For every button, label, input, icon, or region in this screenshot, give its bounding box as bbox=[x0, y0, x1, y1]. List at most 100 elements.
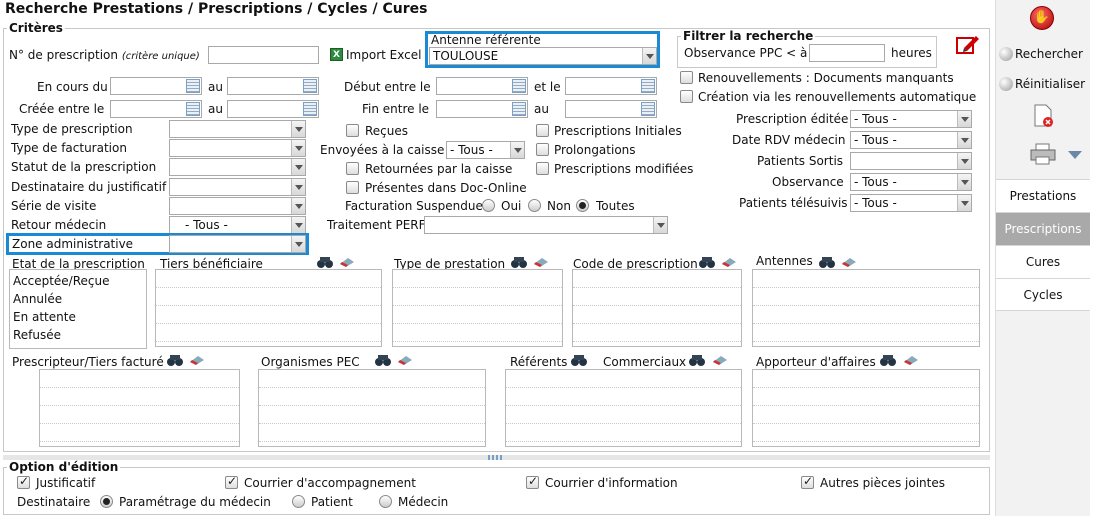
creee-entre-end[interactable] bbox=[227, 100, 319, 118]
list-item[interactable]: Annulée bbox=[13, 290, 143, 308]
tab-cures[interactable]: Cures bbox=[996, 245, 1090, 278]
observance-select[interactable]: - Tous - bbox=[850, 173, 972, 191]
list-item[interactable]: En attente bbox=[13, 308, 143, 326]
en-cours-du-end[interactable] bbox=[227, 77, 319, 95]
binoculars-icon[interactable] bbox=[570, 354, 588, 366]
binoculars-icon[interactable] bbox=[374, 354, 392, 366]
antennes-box[interactable] bbox=[752, 269, 980, 347]
chevron-down-icon[interactable] bbox=[1068, 151, 1082, 159]
eraser-icon[interactable] bbox=[188, 354, 206, 366]
prolongations-checkbox[interactable] bbox=[536, 143, 549, 156]
patient-radio[interactable] bbox=[292, 495, 305, 508]
retour-medecin-select[interactable]: - Tous - bbox=[169, 216, 306, 234]
date-rdv-select[interactable]: - Tous - bbox=[850, 131, 972, 149]
binoculars-icon[interactable] bbox=[698, 256, 716, 268]
debut-entre-start[interactable] bbox=[436, 77, 528, 95]
no-prescription-input[interactable] bbox=[208, 46, 319, 64]
eraser-icon[interactable] bbox=[532, 256, 550, 268]
calendar-icon[interactable] bbox=[641, 102, 655, 116]
recues-checkbox[interactable] bbox=[346, 124, 359, 137]
apporteur-box[interactable] bbox=[752, 369, 980, 447]
type-facturation-select[interactable] bbox=[169, 139, 306, 157]
list-item[interactable]: Acceptée/Reçue bbox=[13, 272, 143, 290]
prescripteur-box[interactable] bbox=[39, 369, 240, 447]
splitter-handle-icon[interactable] bbox=[488, 455, 504, 460]
renouvellements-checkbox[interactable] bbox=[680, 71, 693, 84]
binoculars-icon[interactable] bbox=[688, 354, 706, 366]
presc-modifiees-checkbox[interactable] bbox=[536, 162, 549, 175]
debut-entre-end[interactable] bbox=[565, 77, 657, 95]
courrier-info-checkbox[interactable] bbox=[526, 474, 539, 489]
search-radio-icon[interactable] bbox=[999, 47, 1013, 61]
justificatif-checkbox[interactable] bbox=[17, 474, 30, 489]
calendar-icon[interactable] bbox=[512, 102, 526, 116]
referents-box[interactable] bbox=[505, 369, 742, 447]
edit-icon[interactable] bbox=[956, 33, 980, 55]
autres-pieces-checkbox[interactable] bbox=[801, 474, 814, 489]
rechercher-button[interactable]: Rechercher bbox=[1015, 47, 1083, 61]
eraser-icon[interactable] bbox=[396, 354, 414, 366]
traitement-perf-select[interactable] bbox=[424, 216, 668, 234]
destinataire-justif-select[interactable] bbox=[169, 178, 306, 196]
creee-entre-start[interactable] bbox=[110, 100, 202, 118]
binoculars-icon[interactable] bbox=[166, 354, 184, 366]
zone-admin-select[interactable] bbox=[169, 235, 306, 253]
binoculars-icon[interactable] bbox=[879, 354, 897, 366]
antenne-select[interactable]: TOULOUSE bbox=[429, 47, 657, 65]
eraser-icon[interactable] bbox=[338, 256, 356, 268]
presc-initiales-checkbox[interactable] bbox=[536, 124, 549, 137]
medecin-radio[interactable] bbox=[379, 495, 392, 508]
binoculars-icon[interactable] bbox=[316, 256, 334, 268]
telesuivis-select[interactable]: - Tous - bbox=[850, 194, 972, 212]
binoculars-icon[interactable] bbox=[818, 256, 836, 268]
list-item[interactable]: Refusée bbox=[13, 326, 143, 344]
excel-icon[interactable]: X bbox=[330, 48, 343, 61]
fact-oui-radio[interactable] bbox=[482, 199, 495, 212]
en-cours-du-start[interactable] bbox=[110, 77, 202, 95]
tab-cycles[interactable]: Cycles bbox=[996, 278, 1090, 311]
binoculars-icon[interactable] bbox=[510, 256, 528, 268]
calendar-icon[interactable] bbox=[641, 79, 655, 93]
print-icon[interactable] bbox=[1030, 143, 1056, 165]
calendar-icon[interactable] bbox=[303, 79, 317, 93]
calendar-icon[interactable] bbox=[186, 102, 200, 116]
fin-entre-start[interactable] bbox=[436, 100, 528, 118]
calendar-icon[interactable] bbox=[186, 79, 200, 93]
organismes-box[interactable] bbox=[258, 369, 486, 447]
param-medecin-radio[interactable] bbox=[100, 495, 113, 508]
tab-prestations[interactable]: Prestations bbox=[996, 179, 1090, 212]
tab-prescriptions[interactable]: Prescriptions bbox=[996, 212, 1090, 245]
fact-toutes-radio[interactable] bbox=[576, 199, 589, 212]
observance-ppc-input[interactable] bbox=[809, 44, 885, 62]
calendar-icon[interactable] bbox=[303, 102, 317, 116]
fin-entre-end[interactable] bbox=[565, 100, 657, 118]
presentes-checkbox[interactable] bbox=[346, 181, 359, 194]
statut-select[interactable] bbox=[169, 158, 306, 176]
fact-toutes-label: Toutes bbox=[596, 199, 635, 213]
serie-visite-select[interactable] bbox=[169, 197, 306, 215]
fact-non-radio[interactable] bbox=[528, 199, 541, 212]
envoyees-caisse-select[interactable]: - Tous - bbox=[446, 141, 525, 159]
reset-radio-icon[interactable] bbox=[999, 77, 1013, 91]
eraser-icon[interactable] bbox=[840, 256, 858, 268]
code-prescription-box[interactable] bbox=[572, 269, 742, 347]
stop-icon[interactable]: ✋ bbox=[1030, 6, 1054, 30]
type-prescription-select[interactable] bbox=[169, 120, 306, 138]
eraser-icon[interactable] bbox=[720, 256, 738, 268]
eraser-icon[interactable] bbox=[711, 354, 729, 366]
type-prestation-box[interactable] bbox=[392, 269, 563, 347]
presc-editee-select[interactable]: - Tous - bbox=[850, 110, 972, 128]
import-excel-button[interactable]: Import Excel bbox=[346, 48, 421, 62]
retournees-checkbox[interactable] bbox=[346, 162, 359, 175]
reinitialiser-button[interactable]: Réinitialiser bbox=[1015, 77, 1085, 91]
courrier-acc-checkbox[interactable] bbox=[225, 474, 238, 489]
criteres-legend: Critères bbox=[7, 21, 65, 35]
eraser-icon[interactable] bbox=[902, 354, 920, 366]
presc-initiales-label: Prescriptions Initiales bbox=[554, 124, 682, 138]
document-delete-icon[interactable] bbox=[1033, 104, 1055, 128]
creation-renouv-checkbox[interactable] bbox=[680, 90, 693, 103]
calendar-icon[interactable] bbox=[512, 79, 526, 93]
etat-list[interactable]: Acceptée/Reçue Annulée En attente Refusé… bbox=[9, 269, 147, 349]
patients-sortis-select[interactable] bbox=[850, 152, 972, 170]
tiers-box[interactable] bbox=[155, 269, 382, 347]
